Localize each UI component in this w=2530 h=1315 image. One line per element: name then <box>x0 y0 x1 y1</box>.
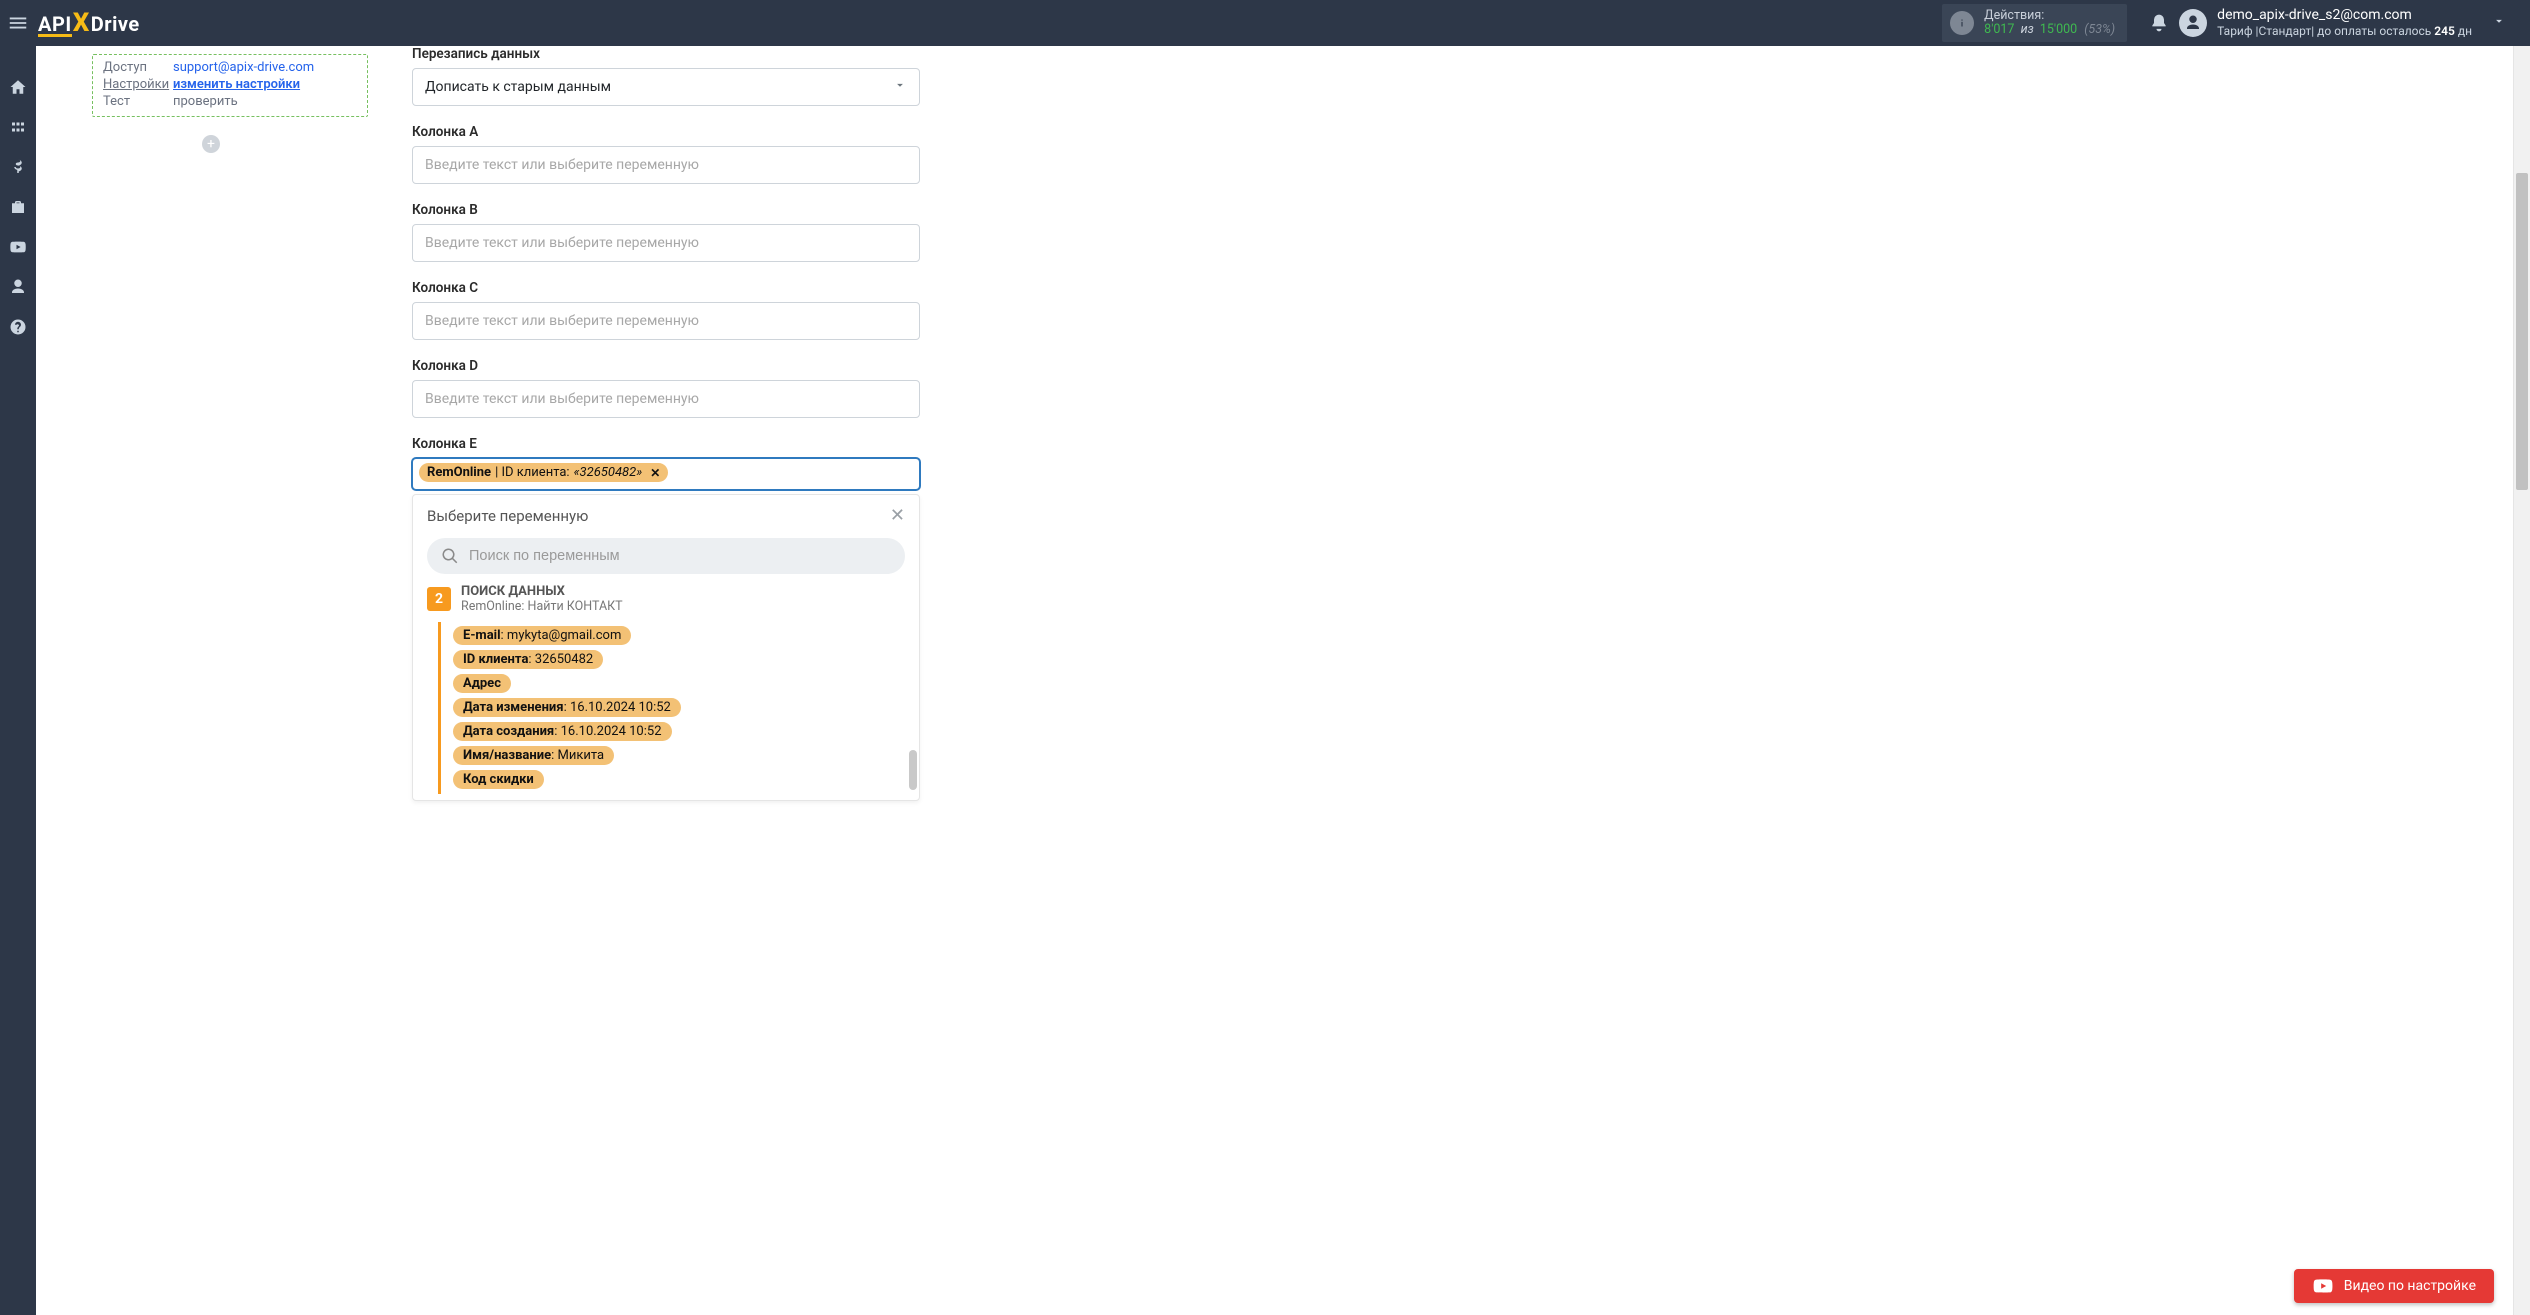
dropdown-search-input[interactable] <box>469 548 891 564</box>
step-access-val[interactable]: support@apix-drive.com <box>173 60 314 75</box>
topbar: API X Drive Действия: 8'017 из 15'000 (5… <box>0 0 2530 46</box>
rail-home-icon[interactable] <box>0 76 36 98</box>
bell-icon[interactable] <box>2145 9 2173 37</box>
overwrite-select[interactable]: Дописать к старым данным <box>412 68 920 106</box>
avatar <box>2179 9 2207 37</box>
dropdown-variables-list: E-mail: mykyta@gmail.com ID клиента: 3265… <box>438 622 905 794</box>
step-test-key: Тест <box>103 94 173 109</box>
logo-part-api: API <box>38 14 72 37</box>
dropdown-scrollbar[interactable] <box>909 750 917 790</box>
user-info: demo_apix-drive_s2@com.com Тариф |Станда… <box>2217 7 2472 38</box>
dropdown-title: Выберите переменную <box>427 507 588 525</box>
colB-input[interactable]: Введите текст или выберите переменную <box>412 224 920 262</box>
logo-part-x: X <box>73 8 90 38</box>
left-rail <box>0 46 36 1315</box>
user-menu[interactable]: demo_apix-drive_s2@com.com Тариф |Станда… <box>2179 7 2526 38</box>
colB-label: Колонка B <box>412 202 920 218</box>
overwrite-label: Перезапись данных <box>412 46 920 62</box>
add-step-button[interactable]: + <box>202 135 220 153</box>
rail-account-icon[interactable] <box>0 276 36 298</box>
rail-briefcase-icon[interactable] <box>0 196 36 218</box>
overwrite-value: Дописать к старым данным <box>425 79 611 95</box>
variable-pill[interactable]: Имя/название: Микита <box>453 746 614 765</box>
variable-dropdown: Выберите переменную ✕ 2 ПОИСК ДАННЫХ Rem… <box>412 494 920 801</box>
variable-pill[interactable]: Код скидки <box>453 770 544 789</box>
colE-label: Колонка E <box>412 436 920 452</box>
colC-label: Колонка C <box>412 280 920 296</box>
rail-help-icon[interactable] <box>0 316 36 338</box>
dropdown-source-sub: RemOnline: Найти КОНТАКТ <box>461 599 623 614</box>
actions-usage-box[interactable]: Действия: 8'017 из 15'000 (53%) <box>1942 4 2127 42</box>
video-help-button[interactable]: Видео по настройке <box>2294 1269 2494 1303</box>
rail-youtube-icon[interactable] <box>0 236 36 258</box>
dropdown-search[interactable] <box>427 538 905 574</box>
actions-usage-text: Действия: 8'017 из 15'000 (53%) <box>1984 9 2115 38</box>
step-test-val[interactable]: проверить <box>173 94 238 109</box>
colC-input[interactable]: Введите текст или выберите переменную <box>412 302 920 340</box>
chevron-down-icon <box>893 78 907 96</box>
main-area: Доступ support@apix-drive.com Настройки … <box>36 46 2530 1315</box>
step-settings-key: Настройки <box>103 77 173 92</box>
tag-remove-icon[interactable]: ✕ <box>650 466 660 480</box>
colE-tag[interactable]: RemOnline | ID клиента: «32650482» ✕ <box>419 463 668 482</box>
variable-pill[interactable]: ID клиента: 32650482 <box>453 650 603 669</box>
step-card[interactable]: Доступ support@apix-drive.com Настройки … <box>92 54 368 117</box>
logo-part-drive: Drive <box>91 12 140 36</box>
variable-pill[interactable]: Дата изменения: 16.10.2024 10:52 <box>453 698 681 717</box>
rail-connections-icon[interactable] <box>0 116 36 138</box>
colD-input[interactable]: Введите текст или выберите переменную <box>412 380 920 418</box>
variable-pill[interactable]: E-mail: mykyta@gmail.com <box>453 626 631 645</box>
info-icon <box>1950 11 1974 35</box>
scrollbar-thumb[interactable] <box>2516 173 2528 490</box>
youtube-icon <box>2312 1275 2334 1297</box>
rail-billing-icon[interactable] <box>0 156 36 178</box>
step-access-key: Доступ <box>103 60 173 75</box>
dropdown-source-header: 2 ПОИСК ДАННЫХ RemOnline: Найти КОНТАКТ <box>427 584 905 614</box>
colA-input[interactable]: Введите текст или выберите переменную <box>412 146 920 184</box>
form-area: Перезапись данных Дописать к старым данн… <box>386 46 946 1315</box>
dropdown-close-icon[interactable]: ✕ <box>890 505 905 526</box>
video-help-label: Видео по настройке <box>2344 1278 2476 1294</box>
logo[interactable]: API X Drive <box>38 8 140 38</box>
main-scrollbar[interactable] <box>2513 46 2530 1315</box>
search-icon <box>441 547 459 565</box>
dropdown-source-title: ПОИСК ДАННЫХ <box>461 584 623 599</box>
step-settings-val[interactable]: изменить настройки <box>173 77 300 92</box>
dropdown-source-badge: 2 <box>427 587 451 611</box>
variable-pill[interactable]: Адрес <box>453 674 511 693</box>
chevron-down-icon <box>2492 14 2506 32</box>
flow-sidebar: Доступ support@apix-drive.com Настройки … <box>36 46 386 1315</box>
hamburger-icon[interactable] <box>0 0 36 46</box>
colD-label: Колонка D <box>412 358 920 374</box>
colA-label: Колонка A <box>412 124 920 140</box>
variable-pill[interactable]: Дата создания: 16.10.2024 10:52 <box>453 722 672 741</box>
colE-input[interactable]: RemOnline | ID клиента: «32650482» ✕ <box>412 458 920 490</box>
